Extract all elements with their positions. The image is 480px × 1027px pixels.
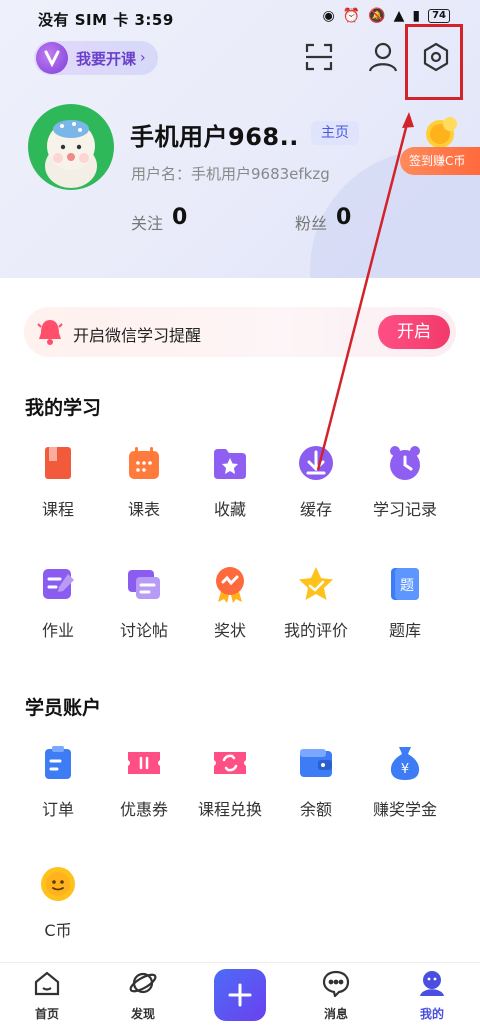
star-icon [296, 564, 336, 604]
brand-logo-icon [36, 42, 68, 74]
sign-in-coin-button[interactable]: 签到赚C币 [400, 147, 480, 175]
account-item[interactable]: 优惠券 [96, 743, 192, 820]
status-text: 没有 SIM 卡 3:59 [38, 11, 174, 29]
wifi-icon: ▲ [393, 8, 405, 24]
svg-text:题: 题 [400, 578, 414, 594]
course-icon [38, 443, 78, 483]
my-study-item[interactable]: 作业 [10, 564, 106, 641]
profile-user-id: 用户名：手机用户9683efkzg [131, 165, 330, 183]
my-study-item-label: 奖状 [213, 621, 246, 640]
my-study-title: 我的学习 [25, 397, 102, 419]
warning-icon: ▮ [412, 8, 421, 24]
coin-promo-icon [420, 112, 460, 152]
fans-count[interactable]: 0 [336, 205, 351, 230]
my-study-item-label: 题库 [388, 621, 421, 640]
clock-icon [385, 443, 425, 483]
bell-icon [36, 317, 64, 351]
tab-discover[interactable]: 发现 [113, 969, 173, 1022]
favorite-folder-icon [210, 443, 250, 483]
homework-icon [38, 564, 78, 604]
account-item[interactable]: C币 [10, 864, 106, 941]
account-item[interactable]: 订单 [10, 743, 106, 820]
profile-username: 手机用户968.. [130, 123, 299, 151]
profile-icon [420, 971, 444, 996]
battery-icon: 74 [428, 9, 450, 23]
wechat-reminder-bar: 开启微信学习提醒 开启 [24, 307, 456, 357]
tab-home[interactable]: 首页 [17, 969, 77, 1022]
account-item[interactable]: 课程兑换 [182, 743, 278, 820]
tab-messages[interactable]: 消息 [306, 969, 366, 1022]
order-icon [38, 743, 78, 783]
account-item-label: 余额 [299, 800, 332, 819]
tab-label: 发现 [130, 1007, 155, 1021]
coin-icon [38, 864, 78, 904]
open-course-button[interactable]: 我要开课 › [34, 41, 158, 75]
avatar[interactable] [28, 104, 114, 190]
home-icon [34, 971, 60, 996]
account-item-label: 课程兑换 [197, 800, 262, 819]
my-study-item-label: 课表 [127, 500, 160, 519]
my-study-item[interactable]: 学习记录 [357, 443, 453, 520]
alarm-icon: ⏰ [342, 8, 361, 24]
scan-icon[interactable] [302, 40, 336, 74]
home-page-badge[interactable]: 主页 [311, 121, 359, 145]
account-item-label: C币 [44, 921, 72, 940]
create-plus-button[interactable] [214, 969, 266, 1021]
question-bank-icon: 题 [385, 564, 425, 604]
eye-icon: ◉ [322, 8, 335, 24]
tab-profile[interactable]: 我的 [402, 969, 462, 1022]
my-study-item[interactable]: 缓存 [268, 443, 364, 520]
account-item[interactable]: 余额 [268, 743, 364, 820]
message-icon [322, 970, 350, 999]
my-study-item[interactable]: 课表 [96, 443, 192, 520]
plus-icon [228, 983, 252, 1007]
my-study-item[interactable]: 讨论帖 [96, 564, 192, 641]
enable-reminder-button[interactable]: 开启 [378, 315, 450, 349]
fans-label[interactable]: 粉丝 [295, 210, 327, 234]
download-icon [296, 443, 336, 483]
my-study-item-label: 收藏 [213, 500, 246, 519]
my-study-item-label: 缓存 [299, 500, 332, 519]
my-study-item-label: 讨论帖 [119, 621, 168, 640]
svg-text:¥: ¥ [401, 762, 409, 777]
chevron-right-icon: › [140, 50, 146, 66]
money-bag-icon: ¥ [385, 743, 425, 783]
tab-label: 消息 [323, 1007, 348, 1021]
account-title: 学员账户 [25, 697, 102, 719]
open-course-label: 我要开课 [76, 49, 137, 68]
my-study-item[interactable]: 奖状 [182, 564, 278, 641]
account-item[interactable]: ¥ 赚奖学金 [357, 743, 453, 820]
award-icon [210, 564, 250, 604]
my-study-item[interactable]: 课程 [10, 443, 106, 520]
my-study-item[interactable]: 收藏 [182, 443, 278, 520]
follow-label[interactable]: 关注 [131, 210, 163, 234]
my-study-item[interactable]: 题题库 [357, 564, 453, 641]
tab-label: 首页 [34, 1007, 59, 1021]
annotation-highlight-box [405, 24, 463, 100]
exchange-icon [210, 743, 250, 783]
wechat-reminder-text: 开启微信学习提醒 [73, 326, 202, 345]
my-study-item-label: 作业 [41, 621, 74, 640]
mute-icon: 🔕 [368, 8, 386, 24]
my-study-item[interactable]: 我的评价 [268, 564, 364, 641]
my-study-item-label: 我的评价 [283, 621, 348, 640]
my-study-item-label: 课程 [41, 500, 74, 519]
discussion-icon [124, 564, 164, 604]
account-item-label: 订单 [41, 800, 74, 819]
follow-count[interactable]: 0 [172, 205, 187, 230]
user-icon[interactable] [366, 40, 400, 74]
account-item-label: 赚奖学金 [372, 800, 437, 819]
wallet-icon [296, 743, 336, 783]
coupon-icon [124, 743, 164, 783]
tab-label: 我的 [419, 1007, 444, 1021]
calendar-icon [124, 443, 164, 483]
account-item-label: 优惠券 [119, 800, 168, 819]
my-study-item-label: 学习记录 [372, 500, 437, 519]
planet-icon [129, 972, 157, 994]
